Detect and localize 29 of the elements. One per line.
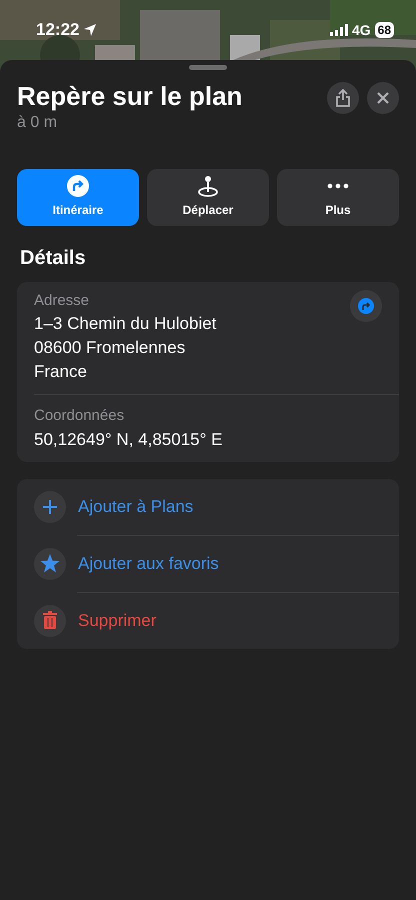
field-value: 50,12649° N, 4,85015° E: [34, 428, 222, 451]
trash-icon: [34, 604, 66, 637]
sheet-title: Repère sur le plan: [17, 82, 242, 111]
section-heading: Détails: [20, 246, 87, 270]
directions-button[interactable]: Itinéraire: [17, 168, 139, 226]
menu-item[interactable]: Supprimer: [17, 592, 399, 649]
distance-subtitle: à 0 m: [17, 112, 58, 133]
field-value: 08600 Fromelennes: [34, 337, 186, 360]
share-button[interactable]: [327, 82, 359, 114]
field-value: France: [34, 361, 88, 384]
menu-item[interactable]: Ajouter à Plans: [17, 478, 399, 535]
network-type: 4G: [352, 20, 371, 40]
signal-icon: [330, 24, 348, 36]
battery-level: 68: [374, 22, 394, 38]
close-button[interactable]: [367, 82, 399, 114]
menu-item[interactable]: Ajouter aux favoris: [17, 536, 399, 592]
close-icon: [376, 91, 390, 105]
pin-icon: [197, 175, 219, 198]
field-value: 1–3 Chemin du Hulobiet: [34, 313, 216, 336]
more-icon: [327, 183, 349, 190]
plus-icon: [34, 490, 66, 523]
more-button[interactable]: Plus: [277, 168, 399, 226]
field-label: Adresse: [34, 290, 90, 311]
field-label: Coordonnées: [34, 406, 126, 426]
directions-button[interactable]: [350, 290, 382, 322]
share-icon: [335, 89, 351, 107]
status-time: 12:22: [36, 19, 80, 42]
move-button[interactable]: Déplacer: [147, 168, 269, 226]
location-arrow-icon: [83, 23, 98, 37]
